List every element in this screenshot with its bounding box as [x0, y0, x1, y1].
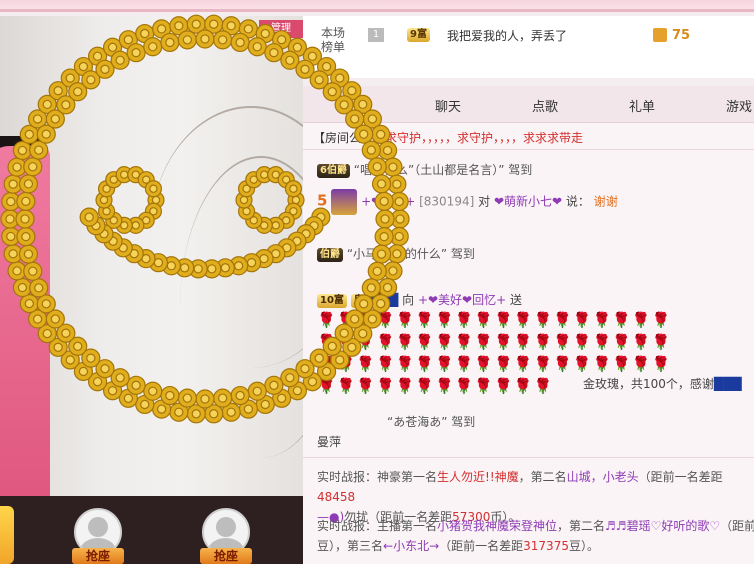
chat-line: 5 +❤回忆+ [830194] 对 ❤萌新小七❤ 说： 谢谢: [317, 189, 618, 215]
user-level: 5: [317, 191, 328, 210]
manage-tag[interactable]: 管理: [259, 20, 303, 38]
vip-badge: 皇: [350, 293, 367, 308]
tab-songs[interactable]: 点歌: [532, 96, 558, 115]
live-video[interactable]: 管理: [0, 16, 303, 496]
gift-sender[interactable]: +❤美好❤回忆+: [418, 293, 506, 307]
guard-crown-icon[interactable]: [0, 506, 14, 564]
chat-line-text: “唱的什么”（土山都是名言）” 驾到: [353, 163, 533, 177]
battle-report-2: 实时战报：主播第一名小猪贺我神魔荣登神位，第二名♬♬碧瑶♡好听的歌♡（距前 豆）…: [317, 519, 754, 553]
gift-line: 10富 皇 ███ 向 +❤美好❤回忆+ 送: [317, 291, 522, 308]
top-banner-line: [0, 9, 754, 12]
chat-line-sub: 曼萍: [317, 435, 342, 449]
rank-title: 本场 榜单: [321, 26, 346, 54]
tab-gift-list[interactable]: 礼单: [629, 96, 655, 115]
seat-bar: 抢座 抢座: [0, 496, 303, 564]
tab-games[interactable]: 游戏: [726, 96, 752, 115]
rank-badge: 6伯爵: [317, 163, 350, 178]
notice-text: 求守护，，，，，求守护，，，，求求求带走: [385, 131, 584, 145]
chat-line: “あ苍海あ” 驾到: [317, 413, 475, 430]
session-rank: 本场 榜单 1 9富 我把爱我的人，弄丢了 75: [303, 16, 754, 78]
chat-target-user[interactable]: ❤萌新小七❤: [494, 195, 562, 209]
avatar-icon[interactable]: [331, 189, 358, 215]
top-banner: [0, 0, 754, 12]
rank-user-message[interactable]: 我把爱我的人，弄丢了: [447, 27, 567, 44]
streamer-dress: [0, 146, 50, 496]
seat-1[interactable]: 抢座: [70, 508, 126, 564]
chat-panel[interactable]: 【房间公告】求守护，，，，，求守护，，，，求求求带走 6伯爵 “唱的什么”（土山…: [303, 123, 754, 564]
wealth-badge: 9富: [407, 28, 430, 42]
gift-summary: 金玫瑰，共100个，感谢███: [583, 377, 742, 391]
chat-message: 谢谢: [593, 194, 618, 209]
rank-position: 1: [368, 28, 384, 42]
rank-badge: 伯爵: [317, 247, 343, 262]
tab-chat[interactable]: 聊天: [435, 96, 461, 115]
grab-seat-button[interactable]: 抢座: [72, 548, 124, 564]
divider: [303, 457, 754, 458]
chat-line: 6伯爵 “唱的什么”（土山都是名言）” 驾到: [317, 161, 532, 178]
chat-to: 对: [478, 194, 491, 209]
chat-username[interactable]: +❤回忆+: [361, 195, 415, 209]
chat-line-text: “あ苍海あ” 驾到: [387, 415, 476, 429]
gift-summary-text: 金玫瑰，共100个，感谢: [583, 377, 714, 391]
chat-line: 伯爵 “小马哥 装的什么” 驾到: [317, 245, 475, 262]
redacted-name: ███: [370, 293, 399, 307]
divider: [303, 149, 754, 150]
wealth-badge: 10富: [317, 293, 347, 308]
coin-icon: [653, 28, 667, 42]
gift-send: 送: [510, 293, 523, 307]
chat-tabs: 聊天 点歌 礼单 游戏: [303, 86, 754, 123]
gift-to: 向: [402, 293, 415, 307]
user-id: [830194]: [419, 194, 475, 209]
grab-seat-button[interactable]: 抢座: [200, 548, 252, 564]
seat-2[interactable]: 抢座: [198, 508, 254, 564]
room-notice: 【房间公告】求守护，，，，，求守护，，，，求求求带走: [313, 129, 583, 146]
chat-say: 说：: [565, 194, 590, 209]
notice-prefix: 【房间公告】: [313, 131, 386, 145]
chat-line-text: “小马哥 装的什么” 驾到: [346, 247, 475, 261]
coin-count: 75: [672, 28, 691, 43]
